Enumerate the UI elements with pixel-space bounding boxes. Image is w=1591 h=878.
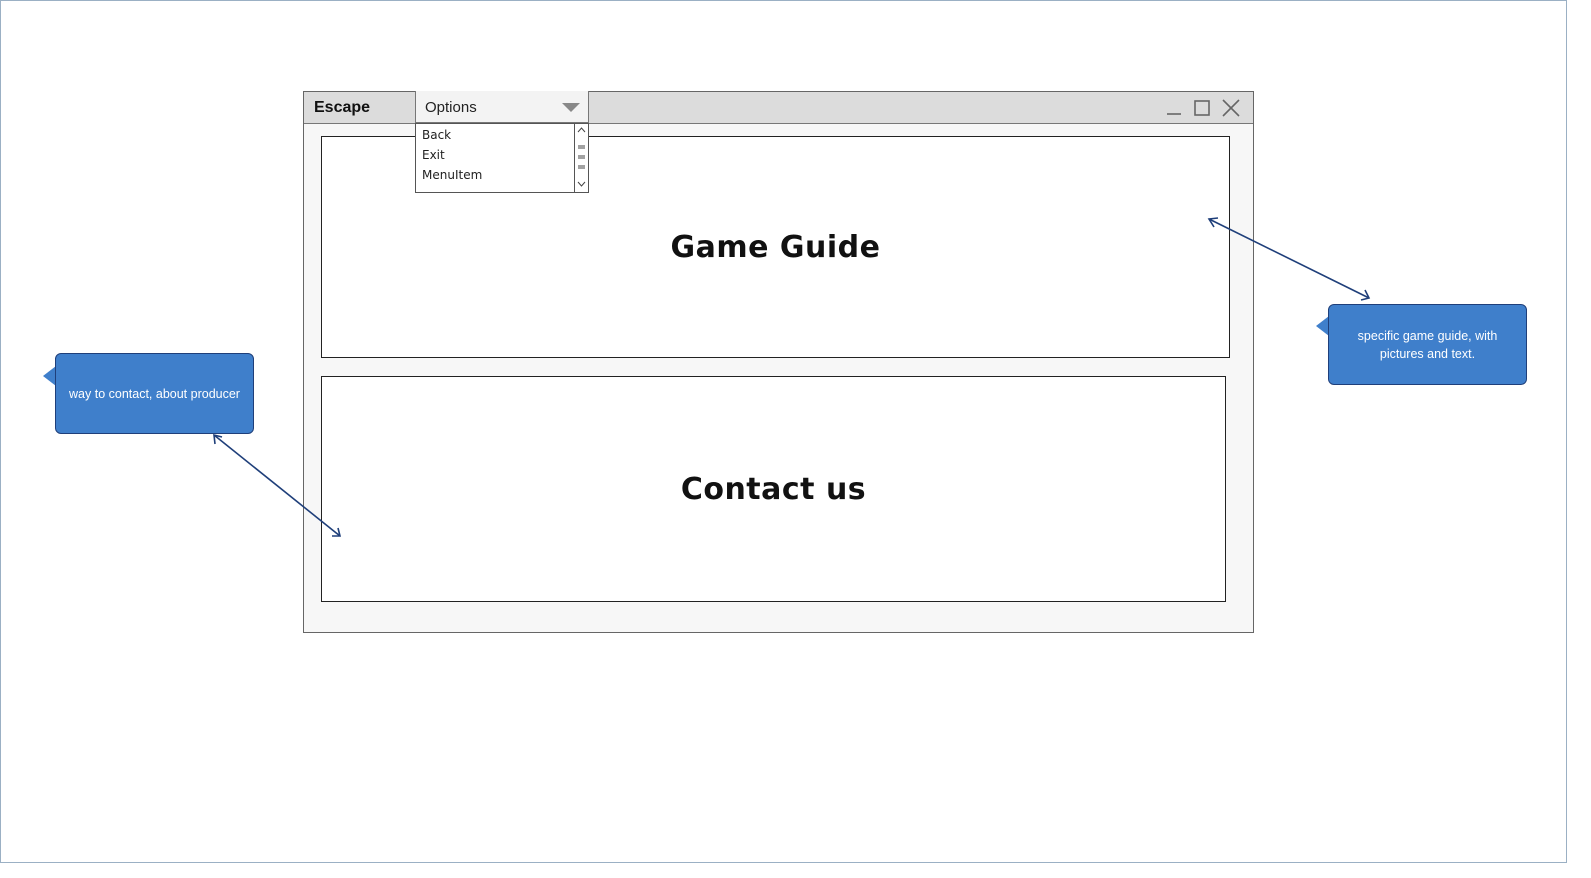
scroll-up-icon xyxy=(577,127,586,133)
options-dropdown-list: Back Exit MenuItem xyxy=(415,123,589,193)
chevron-down-icon xyxy=(562,103,580,112)
options-dropdown-label: Options xyxy=(425,99,477,116)
title-bar: Escape Options xyxy=(304,91,1253,124)
close-icon[interactable] xyxy=(1221,98,1241,118)
game-guide-heading: Game Guide xyxy=(670,229,881,265)
contact-annotation-callout: way to contact, about producer xyxy=(55,353,254,434)
dropdown-item-menuitem[interactable]: MenuItem xyxy=(422,168,482,182)
app-title: Escape xyxy=(314,99,371,116)
dropdown-scrollbar[interactable] xyxy=(574,124,588,192)
options-dropdown[interactable]: Options xyxy=(415,91,589,123)
scroll-down-icon xyxy=(577,181,586,187)
dropdown-item-exit[interactable]: Exit xyxy=(422,148,445,162)
dropdown-item-back[interactable]: Back xyxy=(422,128,451,142)
minimize-icon[interactable] xyxy=(1165,98,1183,118)
app-window: Escape Options Back Exit MenuItem Game G… xyxy=(303,91,1254,633)
maximize-icon[interactable] xyxy=(1193,98,1211,118)
contact-us-heading: Contact us xyxy=(680,471,867,507)
window-controls xyxy=(1165,96,1241,120)
guide-annotation-text: specific game guide, with pictures and t… xyxy=(1357,328,1498,361)
contact-us-panel[interactable]: Contact us xyxy=(321,376,1226,602)
contact-annotation-text: way to contact, about producer xyxy=(69,386,240,401)
guide-annotation-callout: specific game guide, with pictures and t… xyxy=(1328,304,1527,385)
